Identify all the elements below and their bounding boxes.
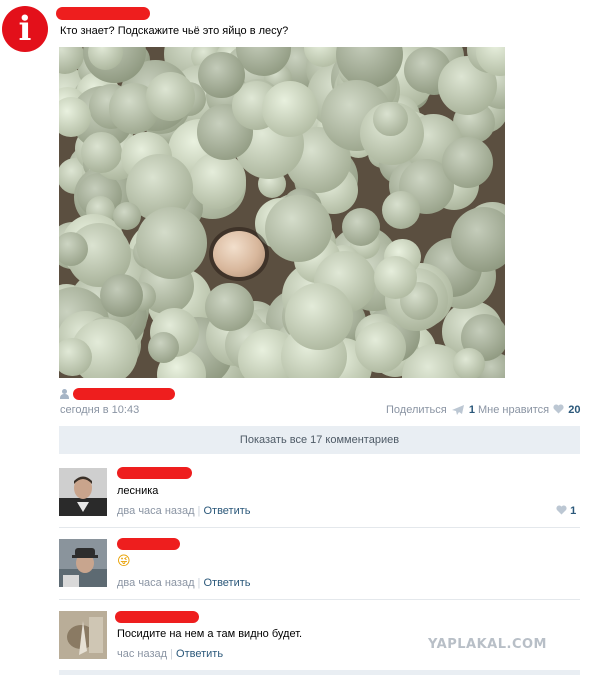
separator-bar: | — [197, 505, 201, 517]
like-button[interactable]: Мне нравится 20 — [478, 404, 580, 416]
comment-meta: час назад | Ответить — [117, 648, 223, 660]
redacted-poster-name — [73, 388, 175, 400]
moss-clump — [373, 101, 408, 137]
avatar[interactable] — [59, 539, 107, 587]
moss-clump — [453, 347, 486, 378]
share-icon — [451, 405, 464, 415]
redacted-commenter-name — [117, 538, 180, 550]
avatar[interactable] — [59, 611, 107, 659]
separator-bar: | — [197, 577, 201, 589]
reply-link[interactable]: Ответить — [203, 577, 250, 589]
share-label: Поделиться — [386, 404, 447, 416]
heart-icon — [556, 505, 567, 515]
comment-meta: два часа назад | Ответить — [117, 577, 251, 589]
moss-clump — [198, 51, 245, 99]
moss-clump — [145, 71, 195, 121]
moss-clump — [381, 190, 421, 230]
share-count: 1 — [468, 404, 475, 416]
heart-icon — [553, 404, 564, 414]
comment-meta: два часа назад | Ответить — [117, 505, 251, 517]
post-text: Кто знает? Подскажите чьё это яйцо в лес… — [60, 25, 289, 37]
moss-clump — [205, 283, 254, 332]
bottom-bar — [59, 670, 580, 675]
post-photo[interactable] — [59, 47, 505, 378]
post-time[interactable]: сегодня в 10:43 — [60, 404, 139, 416]
watermark: YAPLAKAL.COM — [428, 637, 547, 652]
comment-time[interactable]: час назад — [117, 648, 167, 660]
moss-clump — [284, 282, 353, 351]
divider — [59, 599, 580, 600]
comment-text: 😜 — [117, 554, 131, 569]
comment-like-button[interactable]: 1 — [556, 505, 576, 517]
comment-text: Посидите на нем а там видно будет. — [117, 628, 303, 640]
moss-clump — [135, 207, 208, 279]
moss-clump — [112, 201, 142, 231]
redacted-commenter-name — [115, 611, 199, 623]
moss-clump — [265, 194, 333, 263]
moss-clump — [341, 207, 380, 247]
like-label: Мне нравится — [478, 404, 550, 416]
reply-link[interactable]: Ответить — [176, 648, 223, 660]
separator-bar: | — [170, 648, 173, 660]
comment-time[interactable]: два часа назад — [117, 505, 194, 517]
comment-text: лесника — [117, 485, 159, 497]
avatar[interactable] — [59, 468, 107, 516]
divider — [59, 527, 580, 528]
moss-clump — [81, 131, 123, 173]
egg-image — [213, 231, 265, 277]
comment-time[interactable]: два часа назад — [117, 577, 194, 589]
comment-like-count: 1 — [570, 505, 577, 517]
reply-link[interactable]: Ответить — [203, 505, 250, 517]
user-icon — [60, 389, 69, 399]
moss-clump — [373, 255, 418, 300]
info-logo-icon: i — [2, 6, 48, 52]
moss-clump — [261, 80, 318, 138]
redacted-commenter-name — [117, 467, 192, 479]
moss-clump — [442, 137, 493, 189]
redacted-author-name — [56, 7, 150, 20]
share-button[interactable]: Поделиться 1 — [386, 404, 475, 416]
show-all-comments-button[interactable]: Показать все 17 комментариев — [59, 426, 580, 454]
like-count: 20 — [568, 404, 581, 416]
